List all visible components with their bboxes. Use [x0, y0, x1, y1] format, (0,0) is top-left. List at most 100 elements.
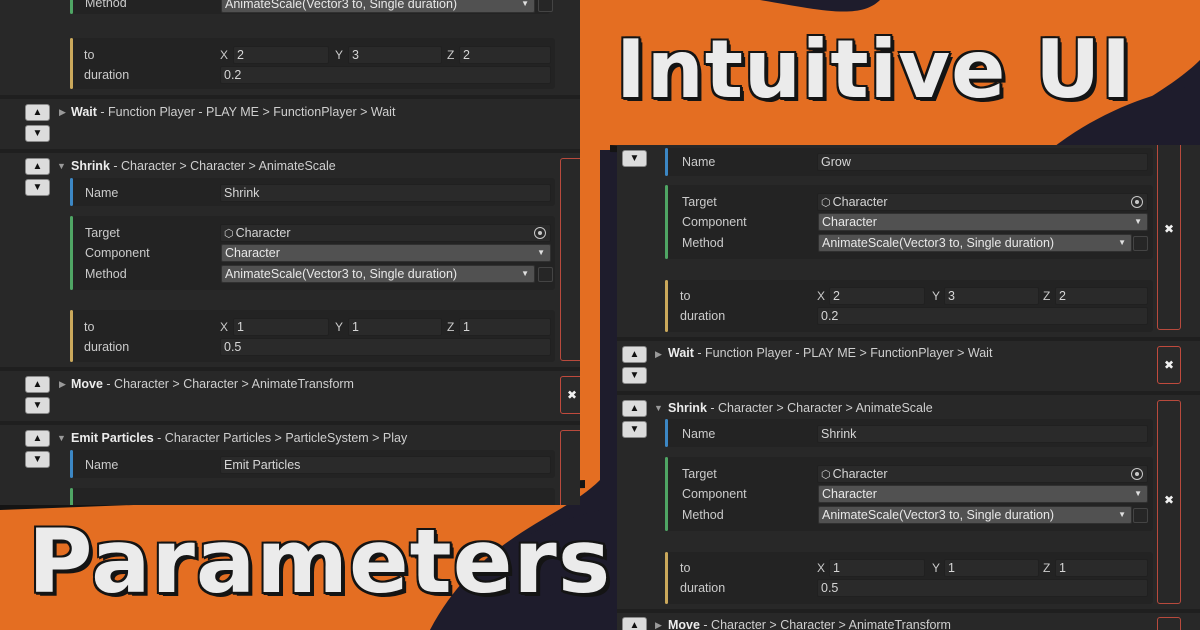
move-down-button[interactable]: ▼	[622, 421, 647, 438]
duration-field[interactable]: 0.5	[220, 338, 551, 356]
to-y-field[interactable]: 1	[944, 559, 1039, 577]
method-value: AnimateScale(Vector3 to, Single duration…	[225, 0, 458, 11]
move-up-button[interactable]: ▲	[622, 400, 647, 417]
delete-button[interactable]: ✖	[560, 376, 580, 414]
method-dropdown[interactable]: AnimateScale(Vector3 to, Single duration…	[818, 506, 1132, 524]
to-label: to	[84, 48, 95, 62]
move-down-button[interactable]: ▼	[25, 125, 50, 142]
foldout-arrow-icon[interactable]: ▶	[655, 348, 662, 360]
to-z-field[interactable]: 1	[459, 318, 551, 336]
method-dropdown[interactable]: AnimateScale(Vector3 to, Single duration…	[221, 265, 535, 283]
move-down-button[interactable]: ▼	[25, 397, 50, 414]
cube-icon: ⬡	[821, 197, 831, 209]
to-x-field[interactable]: 1	[233, 318, 329, 336]
component-dropdown[interactable]: Character ▼	[221, 244, 551, 262]
step-header-wait[interactable]: Wait - Function Player - PLAY ME > Funct…	[71, 105, 395, 120]
step-header-wait[interactable]: Wait - Function Player - PLAY ME > Funct…	[668, 346, 992, 361]
move-up-button[interactable]: ▲	[25, 158, 50, 175]
name-label: Name	[85, 186, 119, 200]
foldout-open-icon[interactable]: ▼	[57, 160, 66, 172]
to-y-field[interactable]: 1	[348, 318, 442, 336]
to-y-field[interactable]: 3	[348, 46, 442, 64]
name-field[interactable]: Shrink	[220, 184, 551, 202]
group-bar	[70, 178, 73, 206]
move-up-button[interactable]: ▲	[25, 104, 50, 121]
duration-label: duration	[84, 68, 130, 82]
component-value: Character	[822, 215, 877, 229]
foldout-arrow-icon[interactable]: ▶	[59, 378, 66, 390]
to-z-field[interactable]: 2	[459, 46, 551, 64]
group-bar	[665, 552, 668, 604]
duration-field[interactable]: 0.2	[817, 307, 1148, 325]
object-picker-icon[interactable]	[534, 227, 546, 239]
duration-label: duration	[680, 581, 726, 595]
y-axis-label: Y	[335, 48, 344, 62]
name-label: Name	[682, 427, 716, 441]
z-axis-label: Z	[447, 320, 455, 334]
method-dropdown[interactable]: AnimateScale(Vector3 to, Single duration…	[221, 0, 535, 13]
component-dropdown[interactable]: Character ▼	[818, 213, 1148, 231]
to-z-field[interactable]: 2	[1055, 287, 1148, 305]
step-header-move[interactable]: Move - Character > Character > AnimateTr…	[71, 377, 354, 392]
step-header-shrink[interactable]: Shrink - Character > Character > Animate…	[71, 159, 336, 174]
move-down-button[interactable]: ▼	[25, 179, 50, 196]
delete-button[interactable]: ✖	[1157, 346, 1181, 384]
duration-field[interactable]: 0.5	[817, 579, 1148, 597]
target-label: Target	[682, 467, 717, 481]
to-x-field[interactable]: 1	[829, 559, 925, 577]
step-header-move[interactable]: Move - Character > Character > AnimateTr…	[668, 618, 951, 630]
foldout-arrow-icon[interactable]: ▶	[59, 106, 66, 118]
function-list-panel-left: Method AnimateScale(Vector3 to, Single d…	[0, 0, 580, 505]
delete-button[interactable]: ✖	[1157, 210, 1181, 248]
foldout-open-icon[interactable]: ▼	[57, 432, 66, 444]
step-header-emit-particles[interactable]: Emit Particles - Character Particles > P…	[71, 431, 407, 446]
y-axis-label: Y	[335, 320, 344, 334]
component-dropdown[interactable]: Character ▼	[818, 485, 1148, 503]
target-label: Target	[682, 195, 717, 209]
to-x-field[interactable]: 2	[233, 46, 329, 64]
target-object-field[interactable]: ⬡ Character	[817, 465, 1148, 483]
component-value: Character	[822, 487, 877, 501]
foldout-open-icon[interactable]: ▼	[654, 402, 663, 414]
toggle-checkbox[interactable]	[538, 0, 553, 12]
duration-field[interactable]: 0.2	[220, 66, 551, 84]
name-label: Name	[85, 458, 119, 472]
move-up-button[interactable]: ▲	[25, 376, 50, 393]
step-separator	[0, 149, 580, 153]
target-object-field[interactable]: ⬡ Character	[817, 193, 1148, 211]
name-field[interactable]: Emit Particles	[220, 456, 551, 474]
component-group	[70, 488, 555, 505]
to-z-field[interactable]: 1	[1055, 559, 1148, 577]
to-x-field[interactable]: 2	[829, 287, 925, 305]
delete-button[interactable]: ✖	[1157, 481, 1181, 519]
toggle-checkbox[interactable]	[1133, 508, 1148, 523]
object-picker-icon[interactable]	[1131, 468, 1143, 480]
name-field[interactable]: Shrink	[817, 425, 1148, 443]
duration-label: duration	[84, 340, 130, 354]
toggle-checkbox[interactable]	[1133, 236, 1148, 251]
headline-intuitive-ui: Intuitive UI	[616, 23, 1132, 116]
step-header-shrink[interactable]: Shrink - Character > Character > Animate…	[668, 401, 933, 416]
toggle-checkbox[interactable]	[538, 267, 553, 282]
move-down-button[interactable]: ▼	[622, 150, 647, 167]
group-bar	[665, 419, 668, 447]
move-up-button[interactable]: ▲	[25, 430, 50, 447]
step-separator	[617, 391, 1200, 395]
foldout-arrow-icon[interactable]: ▶	[655, 619, 662, 630]
x-axis-label: X	[817, 561, 826, 575]
move-up-button[interactable]: ▲	[622, 617, 647, 630]
group-bar	[70, 488, 73, 505]
move-down-button[interactable]: ▼	[25, 451, 50, 468]
name-field[interactable]: Grow	[817, 153, 1148, 171]
delete-icon: ✖	[1163, 493, 1175, 507]
component-label: Component	[85, 246, 150, 260]
move-down-button[interactable]: ▼	[622, 367, 647, 384]
method-dropdown[interactable]: AnimateScale(Vector3 to, Single duration…	[818, 234, 1132, 252]
method-value: AnimateScale(Vector3 to, Single duration…	[225, 267, 458, 281]
to-y-field[interactable]: 3	[944, 287, 1039, 305]
target-object-field[interactable]: ⬡ Character	[220, 224, 551, 242]
move-up-button[interactable]: ▲	[622, 346, 647, 363]
object-picker-icon[interactable]	[1131, 196, 1143, 208]
method-label: Method	[682, 508, 724, 522]
chevron-down-icon: ▼	[521, 269, 529, 278]
